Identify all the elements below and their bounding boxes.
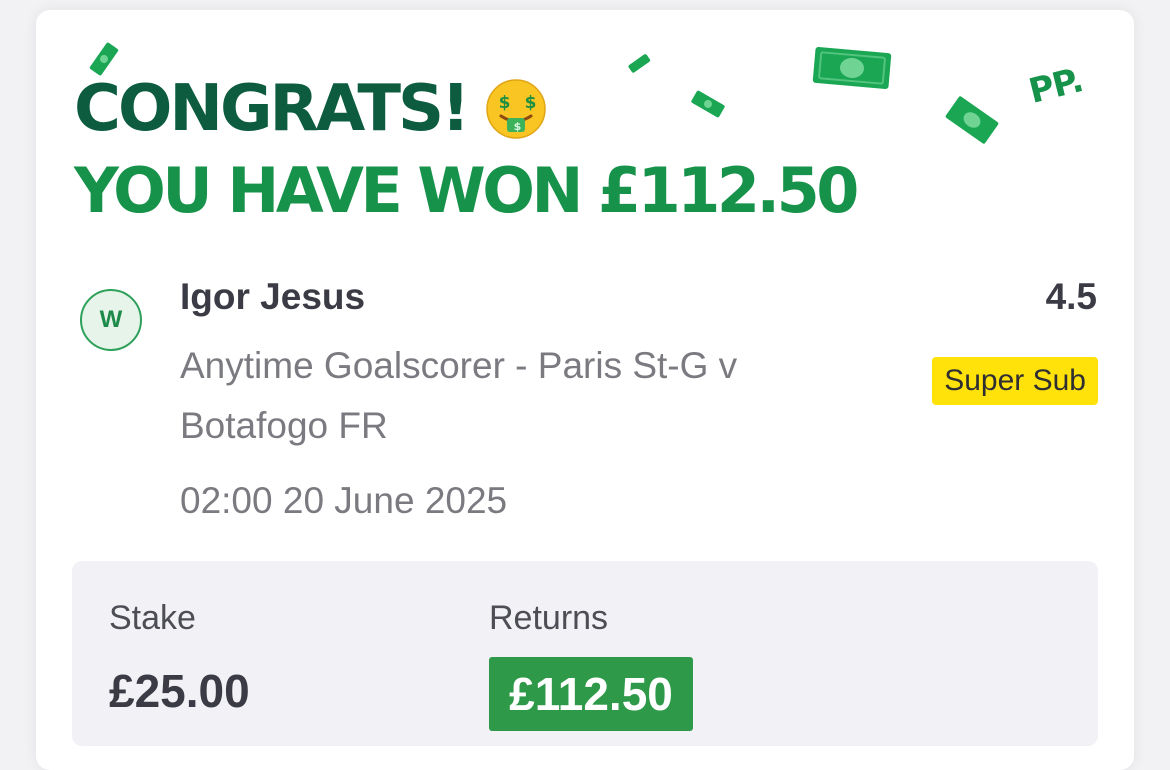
winnings-heading: YOU HAVE WON £112.50 xyxy=(74,154,859,227)
event-datetime: 02:00 20 June 2025 xyxy=(180,480,508,521)
super-sub-badge: Super Sub xyxy=(932,357,1098,405)
banknote-icon xyxy=(812,47,892,89)
banknote-icon xyxy=(89,42,119,76)
stake-value: £25.00 xyxy=(109,665,250,717)
banknote-icon xyxy=(691,90,725,118)
result-badge: W xyxy=(80,289,142,351)
brand-logo: PP. xyxy=(1024,60,1087,112)
congrats-text: CONGRATS! xyxy=(74,72,470,146)
market-description: Anytime Goalscorer - Paris St-G v Botafo… xyxy=(180,345,738,446)
stake-label: Stake xyxy=(109,599,196,637)
returns-label: Returns xyxy=(489,599,609,637)
odds-value: 4.5 xyxy=(1045,276,1097,317)
bet-summary-panel: Stake £25.00 Returns £112.50 xyxy=(72,561,1098,746)
returns-value: £112.50 xyxy=(489,657,693,731)
selection-name: Igor Jesus xyxy=(180,276,366,317)
congrats-heading: CONGRATS! $ $ $ xyxy=(74,74,547,144)
banknote-icon xyxy=(628,54,651,73)
money-mouth-face-icon: $ $ $ xyxy=(486,79,546,139)
bet-receipt-card: PP. CONGRATS! $ $ $ YOU HAVE WON £112.50… xyxy=(36,10,1134,770)
banknote-icon xyxy=(945,96,999,144)
